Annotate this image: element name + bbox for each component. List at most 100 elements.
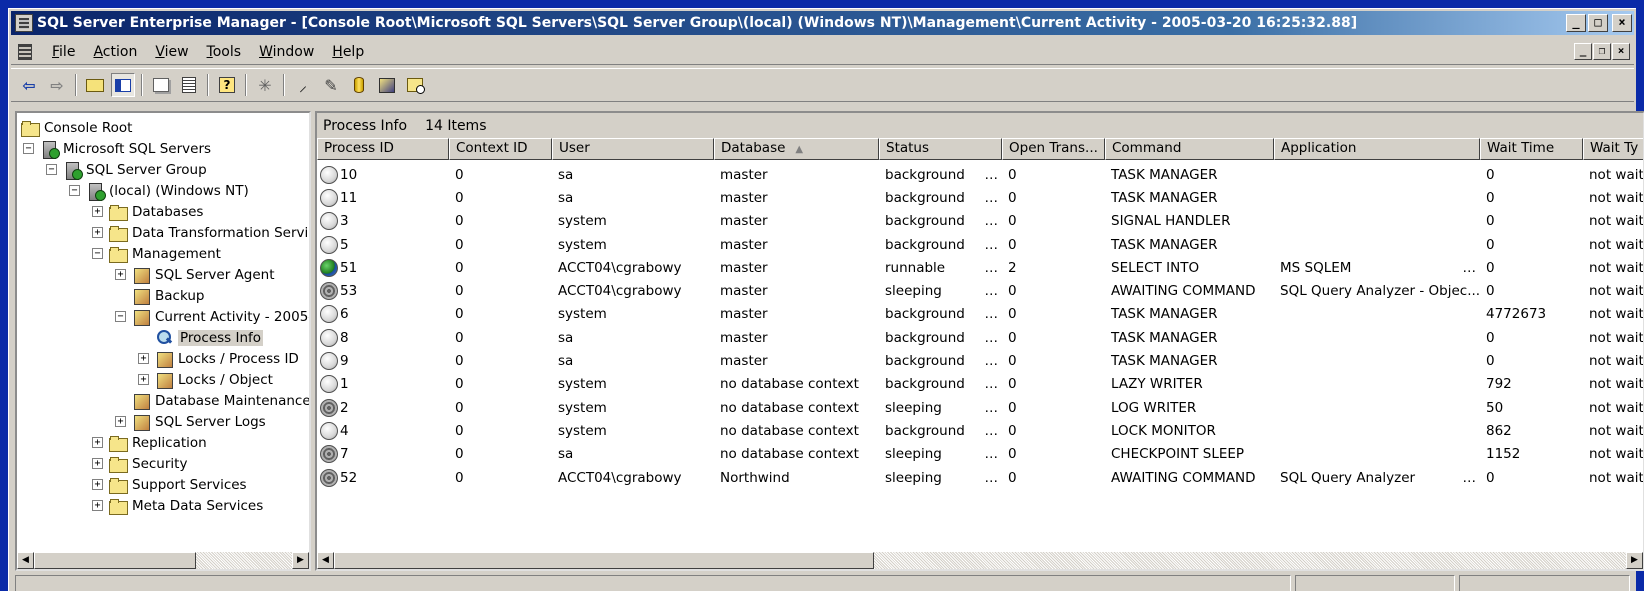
tree-item-database-maintenance-plans[interactable]: Database Maintenance Plans bbox=[115, 390, 309, 411]
table-row[interactable]: 11 0 sa master background… 0 TASK MANAGER … 0 not… bbox=[317, 186, 1643, 209]
expand-icon[interactable]: + bbox=[92, 479, 103, 490]
table-row[interactable]: 50systemmasterbackground…0TASK MANAGER…0… bbox=[317, 233, 1643, 256]
column-header-user[interactable]: User bbox=[552, 138, 714, 160]
expand-icon[interactable]: + bbox=[115, 416, 126, 427]
collapse-icon[interactable]: − bbox=[115, 311, 126, 322]
tree-item-process-info[interactable]: Process Info bbox=[138, 327, 264, 348]
tree-item--local-windows-nt[interactable]: − (local) (Windows NT) bbox=[69, 180, 249, 201]
column-header-application[interactable]: Application bbox=[1274, 138, 1480, 160]
table-row[interactable]: 3 0 system master background… 0 SIGNAL HANDLER… bbox=[317, 210, 1643, 233]
toolbar: ⇦ ⇨ ? ✳ ⸝ ✎ bbox=[11, 68, 1634, 102]
tree-item-sql-server-group[interactable]: − SQL Server Group bbox=[46, 159, 207, 180]
tree-item-sql-server-logs[interactable]: + SQL Server Logs bbox=[115, 411, 266, 432]
table-row[interactable]: 4 0 system no database context background… 0 L… bbox=[317, 419, 1643, 442]
table-row[interactable]: 60systemmasterbackground…0TASK MANAGER…4… bbox=[317, 303, 1643, 326]
column-header-process-id[interactable]: Process ID bbox=[317, 138, 449, 160]
expand-icon[interactable]: + bbox=[138, 374, 149, 385]
scroll-thumb[interactable] bbox=[34, 552, 196, 569]
table-row[interactable]: 2 0 system no database context sleeping… 0 LOG… bbox=[317, 396, 1643, 419]
job-icon[interactable] bbox=[375, 73, 399, 97]
cell-status: background… bbox=[885, 213, 998, 230]
database-icon[interactable] bbox=[347, 73, 371, 97]
cell-process-id: 4 bbox=[317, 421, 449, 440]
table-row[interactable]: 90samasterbackground…0TASK MANAGER…0not … bbox=[317, 349, 1643, 372]
help-icon[interactable]: ? bbox=[215, 73, 239, 97]
scroll-left-button[interactable]: ◀ bbox=[17, 552, 34, 569]
tree-item-support-services[interactable]: + Support Services bbox=[92, 474, 247, 495]
tree-item-databases[interactable]: + Databases bbox=[92, 201, 203, 222]
properties-icon[interactable] bbox=[149, 73, 173, 97]
scroll-right-button[interactable]: ▶ bbox=[1626, 552, 1643, 569]
scroll-right-button[interactable]: ▶ bbox=[292, 552, 309, 569]
query-analyzer-icon[interactable]: ✎ bbox=[319, 73, 343, 97]
collapse-icon[interactable]: − bbox=[69, 185, 80, 196]
tree-item-sql-server-agent[interactable]: + SQL Server Agent bbox=[115, 264, 275, 285]
app-icon[interactable] bbox=[15, 14, 33, 32]
tree-item-management[interactable]: − Management bbox=[92, 243, 221, 264]
tree-item-locks-object[interactable]: + Locks / Object bbox=[138, 369, 273, 390]
table-row[interactable]: 1 0 system no database context background… 0 L… bbox=[317, 373, 1643, 396]
mdi-minimize-button[interactable]: _ bbox=[1574, 43, 1592, 60]
table-row[interactable]: 7 0 sa no database context sleeping… 0 CHECKPO… bbox=[317, 443, 1643, 466]
cell-database: master bbox=[720, 353, 768, 370]
expand-icon[interactable]: + bbox=[92, 227, 103, 238]
status-panel-2 bbox=[1295, 575, 1455, 591]
schedule-icon[interactable] bbox=[403, 73, 427, 97]
mdi-child-icon[interactable] bbox=[15, 42, 37, 62]
table-row[interactable]: 10 0 sa master background… 0 TASK MANAGER … 0 not… bbox=[317, 163, 1643, 186]
column-header-open-trans[interactable]: Open Trans... bbox=[1002, 138, 1105, 160]
column-header-database[interactable]: Database ▲ bbox=[714, 138, 879, 160]
tree-item-backup[interactable]: Backup bbox=[115, 285, 205, 306]
menu-tools[interactable]: Tools bbox=[198, 44, 251, 60]
tree-item-current-activity-2005-03-20[interactable]: − Current Activity - 2005-03-20 bbox=[115, 306, 309, 327]
tree-item-microsoft-sql-servers[interactable]: − Microsoft SQL Servers bbox=[23, 138, 211, 159]
forward-arrow-icon[interactable]: ⇨ bbox=[45, 73, 69, 97]
scroll-thumb[interactable] bbox=[334, 552, 874, 569]
expand-icon[interactable]: + bbox=[138, 353, 149, 364]
minimize-button[interactable]: _ bbox=[1566, 14, 1586, 32]
table-row[interactable]: 51 0 ACCT04\cgrabowy master runnable… 2 SELECT… bbox=[317, 256, 1643, 279]
table-row[interactable]: 53 0 ACCT04\cgrabowy master sleeping… 0 AWAITI… bbox=[317, 279, 1643, 302]
new-icon[interactable]: ✳ bbox=[253, 73, 277, 97]
expand-icon[interactable]: + bbox=[115, 269, 126, 280]
show-tree-icon[interactable] bbox=[111, 73, 135, 97]
scroll-left-button[interactable]: ◀ bbox=[317, 552, 334, 569]
up-folder-icon[interactable] bbox=[83, 73, 107, 97]
column-header-command[interactable]: Command bbox=[1105, 138, 1274, 160]
column-header-wait-time[interactable]: Wait Time bbox=[1480, 138, 1583, 160]
back-arrow-icon[interactable]: ⇦ bbox=[17, 73, 41, 97]
wizard-icon[interactable]: ⸝ bbox=[291, 73, 315, 97]
column-header-status[interactable]: Status bbox=[879, 138, 1002, 160]
menu-action[interactable]: Action bbox=[84, 44, 146, 60]
menu-view[interactable]: View bbox=[146, 44, 197, 60]
console-tree[interactable]: Console Root − Microsoft SQL Servers − SQL S… bbox=[15, 111, 311, 571]
expand-icon[interactable]: + bbox=[92, 437, 103, 448]
list-horizontal-scrollbar[interactable]: ◀ ▶ bbox=[317, 552, 1643, 569]
tree-item-locks-process-id[interactable]: + Locks / Process ID bbox=[138, 348, 299, 369]
menu-window[interactable]: Window bbox=[250, 44, 323, 60]
expand-icon[interactable]: + bbox=[92, 458, 103, 469]
menu-file[interactable]: File bbox=[43, 44, 84, 60]
mdi-close-button[interactable]: × bbox=[1612, 43, 1630, 60]
tree-item-data-transformation-services[interactable]: + Data Transformation Services bbox=[92, 222, 309, 243]
tree-horizontal-scrollbar[interactable]: ◀ ▶ bbox=[17, 552, 309, 569]
collapse-icon[interactable]: − bbox=[92, 248, 103, 259]
tree-item-console-root[interactable]: Console Root bbox=[21, 117, 132, 138]
table-row[interactable]: 52 0 ACCT04\cgrabowy Northwind sleeping… 0 AWA… bbox=[317, 466, 1643, 489]
close-button[interactable]: × bbox=[1612, 14, 1632, 32]
column-header-context-id[interactable]: Context ID bbox=[449, 138, 552, 160]
mdi-restore-button[interactable]: ❐ bbox=[1593, 43, 1611, 60]
tree-item-security[interactable]: + Security bbox=[92, 453, 187, 474]
menu-help[interactable]: Help bbox=[323, 44, 373, 60]
collapse-icon[interactable]: − bbox=[46, 164, 57, 175]
title-bar[interactable]: SQL Server Enterprise Manager - [Console… bbox=[11, 11, 1634, 35]
maximize-button[interactable]: □ bbox=[1588, 14, 1608, 32]
expand-icon[interactable]: + bbox=[92, 206, 103, 217]
collapse-icon[interactable]: − bbox=[23, 143, 34, 154]
tree-item-replication[interactable]: + Replication bbox=[92, 432, 207, 453]
column-header-wait-ty[interactable]: Wait Ty bbox=[1583, 138, 1643, 160]
table-row[interactable]: 80samasterbackground…0TASK MANAGER…0not … bbox=[317, 326, 1643, 349]
export-list-icon[interactable] bbox=[177, 73, 201, 97]
expand-icon[interactable]: + bbox=[92, 500, 103, 511]
tree-item-meta-data-services[interactable]: + Meta Data Services bbox=[92, 495, 263, 516]
